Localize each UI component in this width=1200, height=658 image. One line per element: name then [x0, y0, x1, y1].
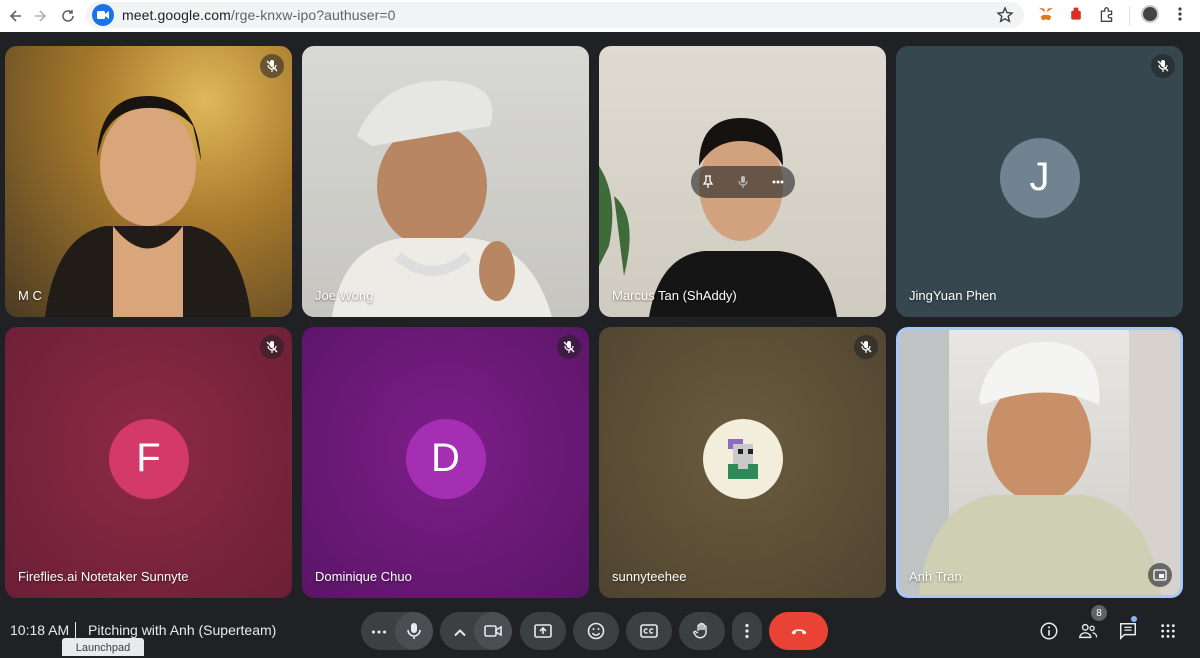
meeting-time: 10:18 AM — [10, 622, 70, 638]
end-call-button[interactable] — [769, 612, 828, 650]
chevron-up-icon[interactable] — [450, 623, 466, 639]
extension-icon[interactable] — [1066, 4, 1086, 24]
toolbar-divider — [1129, 6, 1130, 26]
star-icon[interactable] — [996, 6, 1014, 24]
participant-name: Anh Tran — [909, 569, 962, 584]
pin-icon[interactable] — [701, 175, 715, 189]
tile-hover-controls — [691, 166, 795, 198]
mic-control-group — [361, 612, 433, 650]
meet-icon — [92, 4, 114, 26]
participant-tile[interactable]: D Dominique Chuo — [302, 327, 589, 598]
avatar: D — [405, 418, 486, 499]
people-icon[interactable] — [1077, 620, 1099, 642]
avatar — [702, 418, 783, 499]
participant-tile[interactable]: Anh Tran — [896, 327, 1183, 598]
participant-name: Dominique Chuo — [315, 569, 412, 584]
mic-button[interactable] — [395, 612, 433, 650]
metamask-icon[interactable] — [1036, 4, 1056, 24]
chat-icon[interactable] — [1117, 620, 1139, 642]
raise-hand-icon — [693, 622, 707, 639]
mic-off-icon — [557, 335, 581, 359]
apps-icon[interactable] — [1157, 620, 1179, 642]
chat-notification-dot — [1131, 616, 1137, 622]
mic-off-icon — [260, 54, 284, 78]
meeting-title: Pitching with Anh (Superteam) — [88, 622, 277, 638]
participant-name: Fireflies.ai Notetaker Sunnyte — [18, 569, 189, 584]
profile-icon[interactable] — [1140, 4, 1160, 24]
reactions-button[interactable] — [573, 612, 619, 650]
participant-name: M C — [18, 288, 42, 303]
launchpad-tooltip: Launchpad — [62, 638, 144, 656]
participant-name: Joe Wong — [315, 288, 374, 303]
participant-tile[interactable]: Joe Wong — [302, 46, 589, 317]
mic-icon[interactable] — [736, 175, 750, 189]
address-bar[interactable]: meet.google.com/rge-knxw-ipo?authuser=0 — [86, 2, 1024, 28]
people-count-badge: 8 — [1091, 605, 1107, 621]
camera-icon — [484, 625, 502, 637]
info-icon[interactable] — [1038, 620, 1060, 642]
mic-icon — [407, 623, 421, 639]
captions-icon — [640, 624, 658, 638]
participant-tile[interactable]: sunnyteehee — [599, 327, 886, 598]
reload-icon[interactable] — [54, 2, 82, 30]
participant-name: sunnyteehee — [612, 569, 687, 584]
emoji-icon — [587, 622, 605, 640]
more-options-button[interactable] — [732, 612, 762, 650]
menu-icon[interactable] — [1170, 4, 1190, 24]
present-button[interactable] — [520, 612, 566, 650]
url-host: meet.google.com — [122, 7, 231, 23]
mic-off-icon — [260, 335, 284, 359]
camera-control-group — [440, 612, 512, 650]
captions-button[interactable] — [626, 612, 672, 650]
video-feed — [899, 330, 1180, 595]
meeting-controls-bar: 10:18 AM Pitching with Anh (Superteam) 8 — [0, 604, 1200, 656]
avatar: F — [108, 418, 189, 499]
avatar: J — [999, 137, 1080, 218]
participant-tile[interactable]: Marcus Tan (ShAddy) — [599, 46, 886, 317]
url-text: meet.google.com/rge-knxw-ipo?authuser=0 — [122, 7, 396, 23]
more-icon — [745, 623, 749, 639]
forward-icon[interactable] — [26, 2, 54, 30]
participant-name: JingYuan Phen — [909, 288, 997, 303]
camera-button[interactable] — [474, 612, 512, 650]
more-icon[interactable] — [369, 622, 387, 640]
present-icon — [534, 624, 552, 638]
participant-tile[interactable]: J JingYuan Phen — [896, 46, 1183, 317]
divider — [75, 622, 76, 638]
mic-off-icon — [854, 335, 878, 359]
puzzle-icon[interactable] — [1096, 4, 1116, 24]
participant-tile[interactable]: M C — [5, 46, 292, 317]
browser-toolbar: meet.google.com/rge-knxw-ipo?authuser=0 — [0, 0, 1200, 32]
participant-tile[interactable]: F Fireflies.ai Notetaker Sunnyte — [5, 327, 292, 598]
mic-off-icon — [1151, 54, 1175, 78]
video-feed — [332, 80, 552, 317]
participant-name: Marcus Tan (ShAddy) — [612, 288, 737, 303]
more-icon[interactable] — [771, 175, 785, 189]
video-feed — [45, 96, 251, 317]
url-path: /rge-knxw-ipo?authuser=0 — [230, 7, 396, 23]
pip-icon[interactable] — [1148, 563, 1172, 587]
raise-hand-button[interactable] — [679, 612, 725, 650]
end-call-icon — [791, 629, 806, 635]
